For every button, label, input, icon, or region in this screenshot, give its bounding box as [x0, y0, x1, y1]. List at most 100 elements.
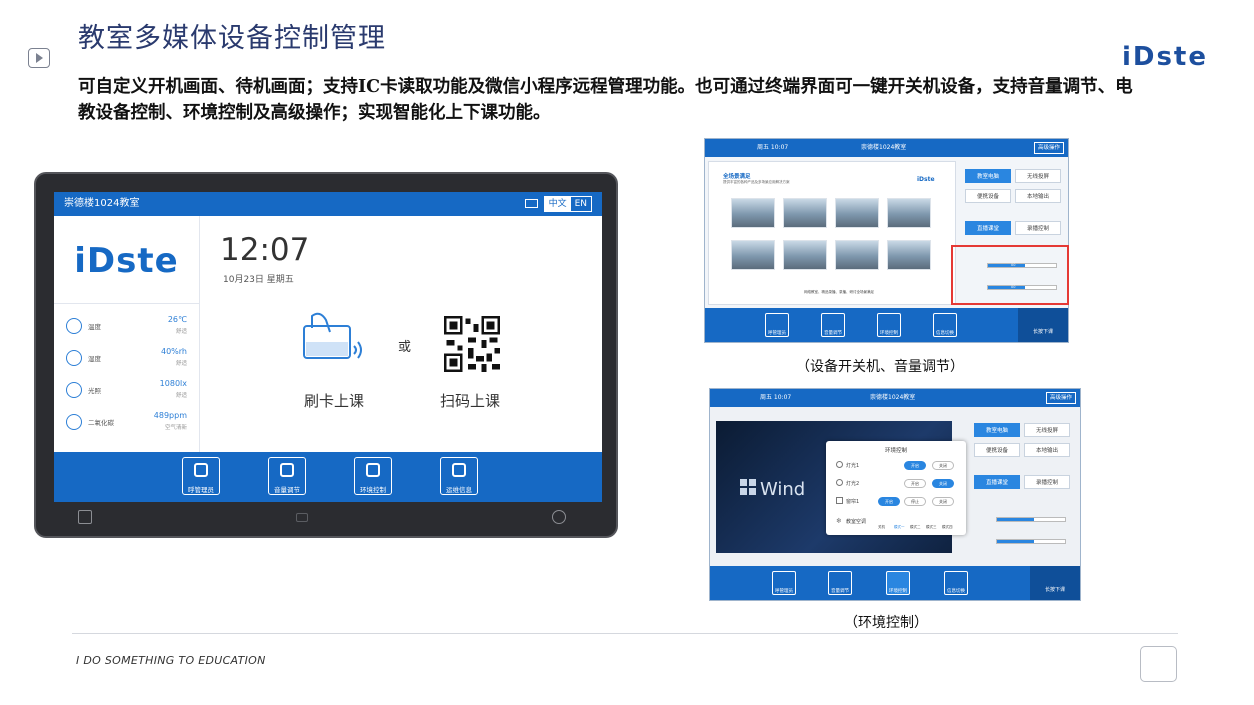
- pc-button[interactable]: 教室电脑: [974, 423, 1020, 437]
- env-light: 光照 1080lx 舒适: [54, 376, 199, 406]
- advanced-button[interactable]: 高级操作: [1033, 142, 1064, 154]
- pc-button[interactable]: 教室电脑: [965, 169, 1011, 183]
- caption-power-volume: （设备开关机、音量调节）: [796, 359, 964, 375]
- volume-button[interactable]: 音量调节: [828, 571, 852, 595]
- humidity-icon: [66, 350, 82, 366]
- nfc-icon: [552, 510, 566, 524]
- environment-button[interactable]: 环境控制: [354, 457, 392, 495]
- tablet-bottom-bar: 呼管理员 音量调节 环境控制 运维信息: [54, 452, 602, 502]
- curtain-on[interactable]: 开启: [878, 497, 900, 506]
- env-value: 1080lx: [159, 379, 187, 388]
- curtain-off[interactable]: 关闭: [932, 497, 954, 506]
- caption-environment: （环境控制）: [844, 615, 928, 631]
- window-switch-icon: [78, 510, 92, 524]
- environment-button[interactable]: 环境控制: [886, 571, 910, 595]
- lang-cn[interactable]: 中文: [544, 197, 571, 211]
- light2-off[interactable]: 关闭: [932, 479, 954, 488]
- live-class-button[interactable]: 直播课堂: [965, 221, 1011, 235]
- play-button[interactable]: [28, 48, 50, 68]
- tablet-screen: 崇德楼1024教室 中文 EN iDste 温度 26℃ 舒适 湿度 40%rh…: [54, 192, 602, 502]
- maintenance-button[interactable]: 运维信息: [440, 457, 478, 495]
- info-switch-button[interactable]: 信息切换: [933, 313, 957, 337]
- local-output-button[interactable]: 本地输出: [1015, 189, 1061, 203]
- env-name: 温度: [88, 323, 101, 331]
- advanced-button[interactable]: 高级操作: [1045, 392, 1076, 404]
- environment-button[interactable]: 环境控制: [877, 313, 901, 337]
- power-off-button[interactable]: 长按下课: [1018, 308, 1068, 342]
- recording-button[interactable]: 录播控制: [1024, 475, 1070, 489]
- env-status: 空气清新: [164, 425, 187, 431]
- light1-on[interactable]: 开启: [904, 461, 926, 470]
- env-name: 二氧化碳: [88, 419, 114, 427]
- qr-code-icon[interactable]: [444, 316, 500, 372]
- swipe-card-label[interactable]: 刷卡上课: [304, 390, 364, 411]
- env-name: 湿度: [88, 355, 101, 363]
- wireless-cast-button[interactable]: 无线投屏: [1024, 423, 1070, 437]
- co2-icon: [66, 414, 82, 430]
- volume-slider-2[interactable]: [996, 539, 1066, 544]
- room-name: 崇德楼1024教室: [64, 198, 140, 209]
- shot1-top-bar: 周五 10:07 崇德楼1024教室 高级操作: [705, 139, 1068, 157]
- env-humidity: 湿度 40%rh 舒适: [54, 344, 199, 374]
- projector-icon[interactable]: [525, 199, 538, 208]
- shot1-bottom-bar: 呼管理员 音量调节 环境控制 信息切换 长按下课: [705, 308, 1068, 342]
- clock: 12:07: [220, 232, 310, 268]
- light1-off[interactable]: 关闭: [932, 461, 954, 470]
- snowflake-icon: ❄: [836, 517, 842, 525]
- screenshot-environment: 周五 10:07 崇德楼1024教室 高级操作 Wind 环境控制 灯光1 开启…: [709, 388, 1081, 601]
- sun-icon: [66, 382, 82, 398]
- tools-icon: [452, 463, 466, 477]
- volume-highlight-box: [951, 245, 1069, 305]
- card-swipe-icon: [303, 312, 362, 359]
- or-text: 或: [398, 340, 412, 355]
- footer-slogan: I DO SOMETHING TO EDUCATION: [76, 654, 266, 667]
- date: 10月23日 星期五: [223, 275, 294, 285]
- shot2-side-panel: 教室电脑 无线投屏 便携设备 本地输出 直播课堂 录播控制: [968, 419, 1076, 563]
- windows-logo-icon: [740, 479, 756, 495]
- call-admin-button[interactable]: 呼管理员: [182, 457, 220, 495]
- language-switch[interactable]: 中文 EN: [543, 196, 592, 212]
- env-temperature: 温度 26℃ 舒适: [54, 312, 199, 342]
- curtain-stop[interactable]: 停止: [904, 497, 926, 506]
- portable-device-button[interactable]: 便携设备: [974, 443, 1020, 457]
- live-class-button[interactable]: 直播课堂: [974, 475, 1020, 489]
- tablet-device: 崇德楼1024教室 中文 EN iDste 温度 26℃ 舒适 湿度 40%rh…: [34, 172, 618, 538]
- scan-code-label[interactable]: 扫码上课: [440, 390, 500, 411]
- volume-button[interactable]: 音量调节: [821, 313, 845, 337]
- brand-logo: iDste: [1121, 42, 1208, 72]
- ac-mode-2[interactable]: 模式二: [910, 525, 921, 530]
- local-output-button[interactable]: 本地输出: [1024, 443, 1070, 457]
- volume-slider-1[interactable]: [996, 517, 1066, 522]
- shot1-content-panel: 全场景满足 提供丰富的各种产品及多场景应用解决方案 iDste 网络教室、精品录…: [708, 161, 956, 305]
- environment-dialog: 环境控制 灯光1 开启 关闭 灯光2 开启 关闭 窗帘1 开启 停止 关闭 ❄ …: [826, 441, 966, 535]
- call-admin-button[interactable]: 呼管理员: [765, 313, 789, 337]
- env-value: 40%rh: [161, 347, 187, 356]
- thermometer-icon: [66, 318, 82, 334]
- tablet-top-bar: 崇德楼1024教室 中文 EN: [54, 192, 602, 216]
- screenshot-power-volume: 周五 10:07 崇德楼1024教室 高级操作 全场景满足 提供丰富的各种产品及…: [704, 138, 1069, 343]
- phone-icon: [194, 463, 208, 477]
- ac-mode-1[interactable]: 模式一: [894, 525, 905, 530]
- light-icon: [836, 479, 843, 486]
- tablet-logo: iDste: [54, 216, 199, 304]
- curtain-icon: [836, 497, 843, 504]
- speaker-icon: [280, 463, 294, 477]
- info-switch-button[interactable]: 信息切换: [944, 571, 968, 595]
- light-icon: [836, 461, 843, 468]
- light2-on[interactable]: 开启: [904, 479, 926, 488]
- ac-mode-off[interactable]: 关机: [878, 525, 885, 530]
- env-co2: 二氧化碳 489ppm 空气清新: [54, 408, 199, 438]
- shot2-top-bar: 周五 10:07 崇德楼1024教室 高级操作: [710, 389, 1080, 407]
- recording-button[interactable]: 录播控制: [1015, 221, 1061, 235]
- description: 可自定义开机画面、待机画面；支持IC卡读取功能及微信小程序远程管理功能。也可通过…: [78, 77, 1133, 123]
- power-off-button[interactable]: 长按下课: [1030, 566, 1080, 600]
- call-admin-button[interactable]: 呼管理员: [772, 571, 796, 595]
- ac-mode-4[interactable]: 模式四: [942, 525, 953, 530]
- corner-box: [1140, 646, 1177, 682]
- lang-en[interactable]: EN: [571, 197, 591, 211]
- volume-button[interactable]: 音量调节: [268, 457, 306, 495]
- wireless-cast-button[interactable]: 无线投屏: [1015, 169, 1061, 183]
- portable-device-button[interactable]: 便携设备: [965, 189, 1011, 203]
- env-name: 光照: [88, 387, 101, 395]
- ac-mode-3[interactable]: 模式三: [926, 525, 937, 530]
